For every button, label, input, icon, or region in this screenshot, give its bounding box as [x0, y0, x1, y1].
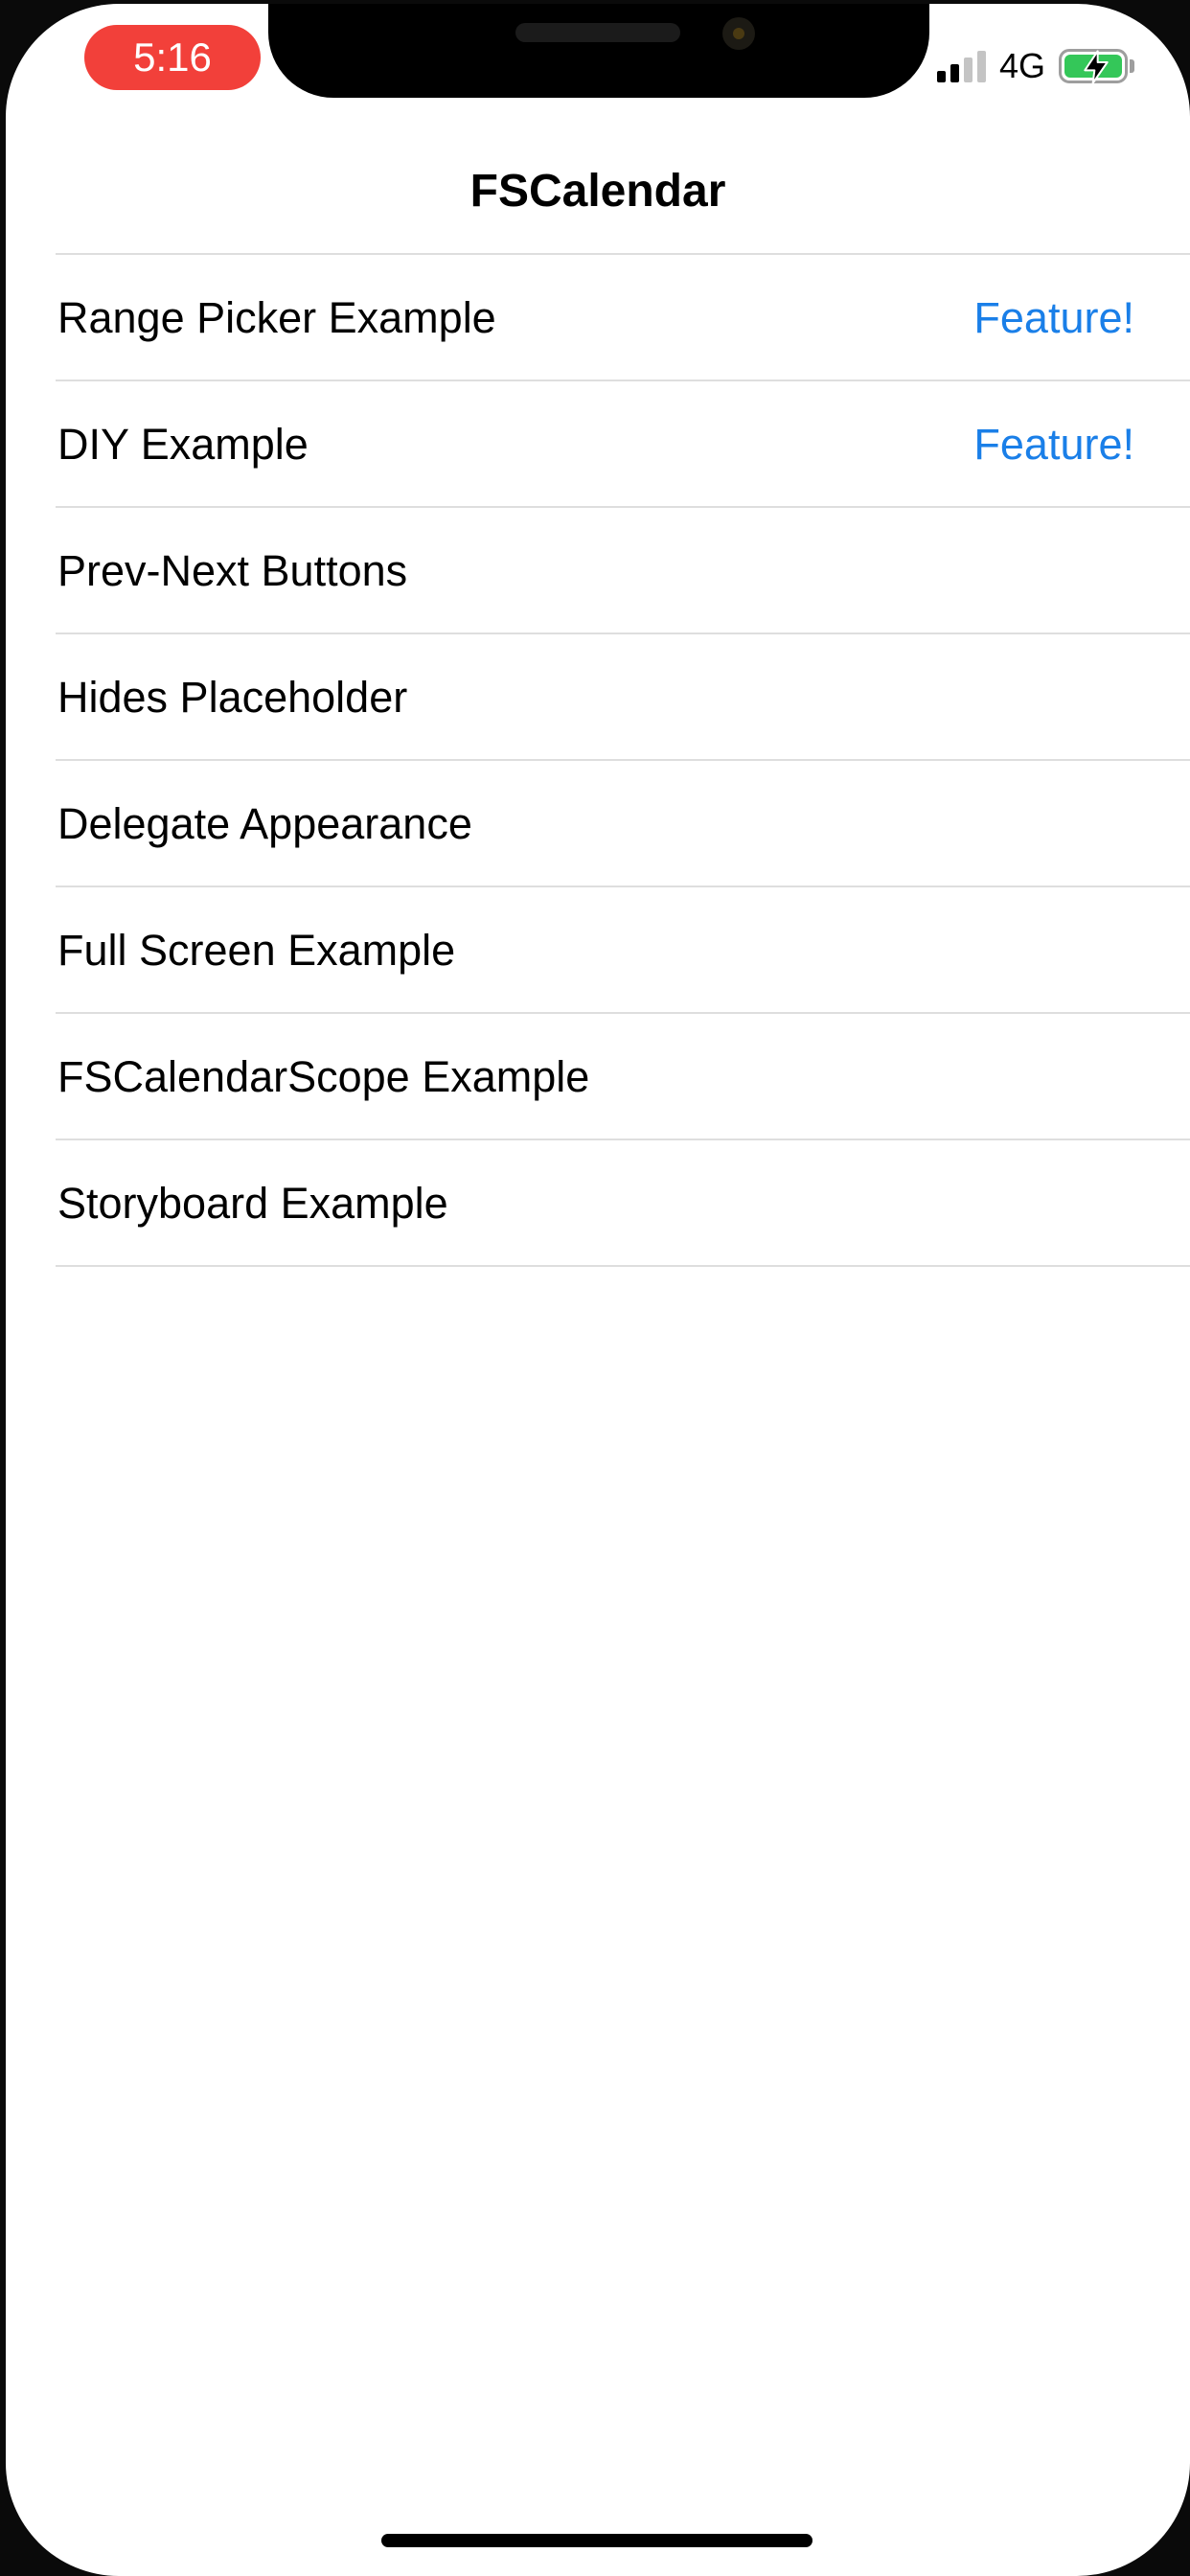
- row-title: Hides Placeholder: [57, 673, 408, 722]
- table-row[interactable]: Delegate Appearance: [6, 761, 1190, 887]
- row-title: Delegate Appearance: [57, 799, 472, 848]
- table-row[interactable]: Hides Placeholder: [6, 634, 1190, 761]
- row-title: Full Screen Example: [57, 926, 456, 975]
- front-camera-icon: [722, 17, 755, 50]
- network-type: 4G: [998, 46, 1045, 85]
- row-title: Storyboard Example: [57, 1179, 448, 1228]
- table-row[interactable]: Full Screen Example: [6, 887, 1190, 1014]
- home-indicator[interactable]: [381, 2534, 812, 2547]
- row-detail-badge: Feature!: [973, 293, 1134, 342]
- status-time: 5:16: [133, 34, 212, 80]
- page-title: FSCalendar: [469, 166, 726, 217]
- notch: [268, 4, 929, 98]
- row-title: Prev-Next Buttons: [57, 546, 408, 595]
- row-title: Range Picker Example: [57, 293, 496, 342]
- table-row[interactable]: Prev-Next Buttons: [6, 508, 1190, 634]
- row-detail-badge: Feature!: [973, 420, 1134, 469]
- examples-table: Range Picker Example Feature! DIY Exampl…: [6, 255, 1190, 1267]
- table-row[interactable]: FSCalendarScope Example: [6, 1014, 1190, 1140]
- screen: 5:16 4G FSCalendar Range Picker Example …: [6, 4, 1190, 2576]
- speaker-grille: [515, 23, 680, 42]
- status-time-pill[interactable]: 5:16: [84, 25, 261, 90]
- table-row[interactable]: DIY Example Feature!: [6, 381, 1190, 508]
- table-row[interactable]: Storyboard Example: [6, 1140, 1190, 1267]
- table-row[interactable]: Range Picker Example Feature!: [6, 255, 1190, 381]
- row-title: DIY Example: [57, 420, 309, 469]
- battery-charging-icon: [1059, 49, 1134, 84]
- device-frame: 5:16 4G FSCalendar Range Picker Example …: [0, 0, 1190, 2576]
- row-title: FSCalendarScope Example: [57, 1052, 590, 1101]
- lightning-bolt-icon: [1084, 50, 1109, 84]
- status-indicators: 4G: [936, 42, 1134, 90]
- cellular-signal-icon: [936, 50, 986, 82]
